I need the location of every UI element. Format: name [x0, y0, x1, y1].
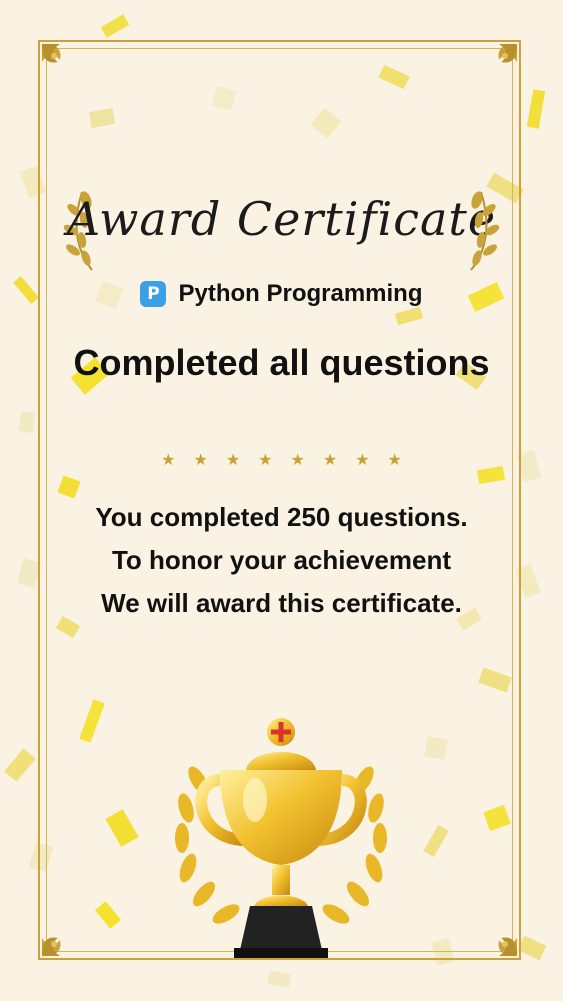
trophy-icon	[175, 718, 387, 958]
star-icon: ★	[193, 450, 208, 469]
corner-ornament-icon	[498, 44, 517, 63]
corner-ornament-icon	[42, 44, 61, 63]
course-label: P Python Programming	[0, 280, 563, 308]
corner-ornament-icon	[42, 937, 61, 956]
star-icon: ★	[161, 450, 176, 469]
star-icon: ★	[387, 450, 402, 469]
achievement-headline: Completed all questions	[73, 342, 490, 383]
star-icon: ★	[225, 450, 241, 469]
star-icon: ★	[322, 450, 338, 469]
course-name: Python Programming	[178, 280, 423, 307]
message-line: To honor your achievement	[111, 545, 451, 575]
laurel-right-icon	[470, 191, 500, 271]
certificate-header: Award Certificate	[0, 180, 563, 271]
star-icon: ★	[290, 450, 305, 469]
corner-ornament-icon	[498, 937, 517, 956]
message-line: You completed 250 questions.	[95, 502, 468, 532]
star-icon: ★	[258, 450, 273, 469]
message-line: We will award this certificate.	[101, 588, 462, 618]
python-badge-icon: P	[140, 281, 167, 307]
star-divider: ★ ★ ★ ★ ★ ★ ★ ★	[0, 450, 563, 469]
star-icon: ★	[355, 450, 370, 469]
award-message: You completed 250 questions. To honor yo…	[30, 496, 533, 625]
